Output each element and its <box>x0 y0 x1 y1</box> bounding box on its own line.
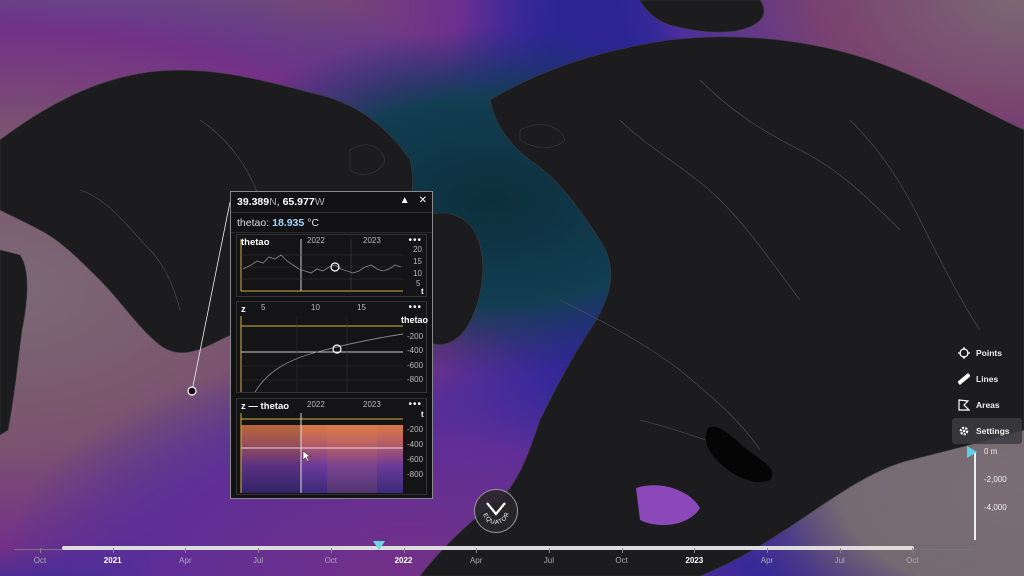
close-icon[interactable]: ✕ <box>419 195 427 206</box>
chevron-down-icon <box>486 502 506 516</box>
time-axis-label: Oct <box>33 556 47 565</box>
variable-name: thetao <box>237 216 267 229</box>
gear-icon <box>958 425 970 437</box>
probe-value-row: thetao: 18.935 °C <box>231 213 432 233</box>
section-axis-label: t <box>421 410 424 419</box>
longitude-value: 65.977 <box>282 196 315 208</box>
section-y-tick: -400 <box>407 440 424 449</box>
profile-title: z <box>241 304 246 315</box>
time-axis-label: Oct <box>615 556 628 565</box>
time-axis-label: Jul <box>252 556 264 565</box>
points-tool-button[interactable]: Points <box>952 340 1022 366</box>
time-axis-tick <box>112 548 114 553</box>
time-axis-label: Apr <box>179 556 192 565</box>
profile-y-tick: -400 <box>407 346 424 355</box>
latitude-value: 39.389 <box>237 196 270 208</box>
polygon-icon <box>958 399 970 411</box>
time-axis-tick <box>330 548 332 553</box>
section-year-tick: 2022 <box>307 400 325 409</box>
map-tools-toolbar: Points Lines Areas Settings <box>952 340 1022 444</box>
section-y-tick: -800 <box>407 470 424 479</box>
areas-tool-button[interactable]: Areas <box>952 392 1022 418</box>
time-axis-label: 2023 <box>685 556 704 565</box>
time-axis-tick <box>621 548 623 553</box>
section-title: z — thetao <box>241 401 290 412</box>
profile-x-tick: 15 <box>357 303 366 312</box>
time-axis-label: 2021 <box>103 556 122 565</box>
depth-slider-rail[interactable] <box>974 452 976 540</box>
probe-header: 39.389N, 65.977W ▲ ✕ <box>231 192 432 213</box>
time-axis-tick <box>40 548 41 553</box>
lines-tool-button[interactable]: Lines <box>952 366 1022 392</box>
variable-unit: °C <box>307 216 320 229</box>
section-menu-icon[interactable]: ••• <box>408 399 422 410</box>
timeseries-y-tick: 5 <box>416 279 421 288</box>
time-axis-tick <box>476 548 478 553</box>
settings-tool-label: Settings <box>976 426 1010 436</box>
timeseries-title: thetao <box>241 237 270 248</box>
time-axis-label: Apr <box>469 556 483 565</box>
ruler-icon <box>958 373 970 385</box>
depth-scale[interactable]: 0 m -2,000 -4,000 <box>960 446 1024 546</box>
profile-menu-icon[interactable]: ••• <box>408 302 422 313</box>
time-axis-label: Oct <box>906 556 919 565</box>
lines-tool-label: Lines <box>976 374 999 384</box>
time-slider-handle[interactable] <box>373 541 385 550</box>
points-tool-label: Points <box>976 348 1002 358</box>
areas-tool-label: Areas <box>976 400 1000 410</box>
profile-x-tick: 5 <box>261 303 266 312</box>
profile-y-tick: -800 <box>407 375 424 384</box>
longitude-hemisphere: W <box>314 196 325 208</box>
profile-x-tick: 10 <box>311 303 320 312</box>
depth-label: 0 m <box>984 447 998 456</box>
section-year-tick: 2023 <box>363 400 381 409</box>
profile-y-tick: -200 <box>407 332 424 341</box>
probe-point-marker[interactable] <box>187 386 197 396</box>
time-axis-tick <box>258 548 260 553</box>
time-axis-label: 2022 <box>394 556 413 565</box>
timeseries-year-tick: 2023 <box>363 236 381 245</box>
time-axis-tick <box>912 548 914 553</box>
time-axis-tick <box>767 548 768 553</box>
timeseries-y-tick: 20 <box>413 245 422 254</box>
depth-label: -4,000 <box>984 503 1007 512</box>
timeseries-y-tick: 10 <box>413 269 422 278</box>
crosshair-icon <box>958 347 970 359</box>
depth-time-section-chart[interactable]: z — thetao ••• 2022 2023 t -200 -400 -60… <box>236 398 427 495</box>
time-slider[interactable]: Oct 2021 Apr Jul Oct 2022 Apr Jul Oct 2023 Apr Jul O… <box>0 538 1024 576</box>
probe-panel[interactable]: 39.389N, 65.977W ▲ ✕ thetao: 18.935 °C t… <box>230 191 433 499</box>
timeseries-chart[interactable]: thetao ••• 2022 2023 20 15 10 5 t <box>236 234 427 297</box>
time-axis-label: Jul <box>543 556 555 565</box>
time-axis-tick <box>694 548 696 553</box>
time-axis-label: Jul <box>834 556 845 565</box>
profile-series-label: thetao <box>401 315 428 325</box>
section-y-tick: -200 <box>407 425 424 434</box>
time-axis-tick <box>403 548 405 553</box>
time-range-bar[interactable] <box>62 546 914 550</box>
timeseries-year-tick: 2022 <box>307 236 325 245</box>
depth-profile-chart[interactable]: z ••• 5 10 15 thetao -200 -400 -600 -800 <box>236 301 428 393</box>
depth-slider-handle[interactable] <box>967 446 977 458</box>
depth-label: -2,000 <box>984 475 1007 484</box>
section-y-tick: -600 <box>407 455 424 464</box>
time-axis-tick <box>548 548 550 553</box>
time-axis-tick <box>839 548 841 553</box>
latitude-hemisphere: N <box>269 196 277 208</box>
probe-coordinates: 39.389N, 65.977W <box>237 196 325 208</box>
time-axis-tick <box>185 548 187 553</box>
caret-up-icon[interactable]: ▲ <box>400 195 410 206</box>
time-axis-label: Oct <box>324 556 338 565</box>
timeseries-y-tick: 15 <box>413 257 422 266</box>
time-axis-label: Apr <box>760 556 774 565</box>
timeseries-axis-label: t <box>421 287 424 296</box>
variable-value: 18.935 <box>272 216 305 229</box>
profile-y-tick: -600 <box>407 361 424 370</box>
settings-tool-button[interactable]: Settings <box>952 418 1022 444</box>
equator-compass-button[interactable]: EQUATOR <box>474 489 518 533</box>
